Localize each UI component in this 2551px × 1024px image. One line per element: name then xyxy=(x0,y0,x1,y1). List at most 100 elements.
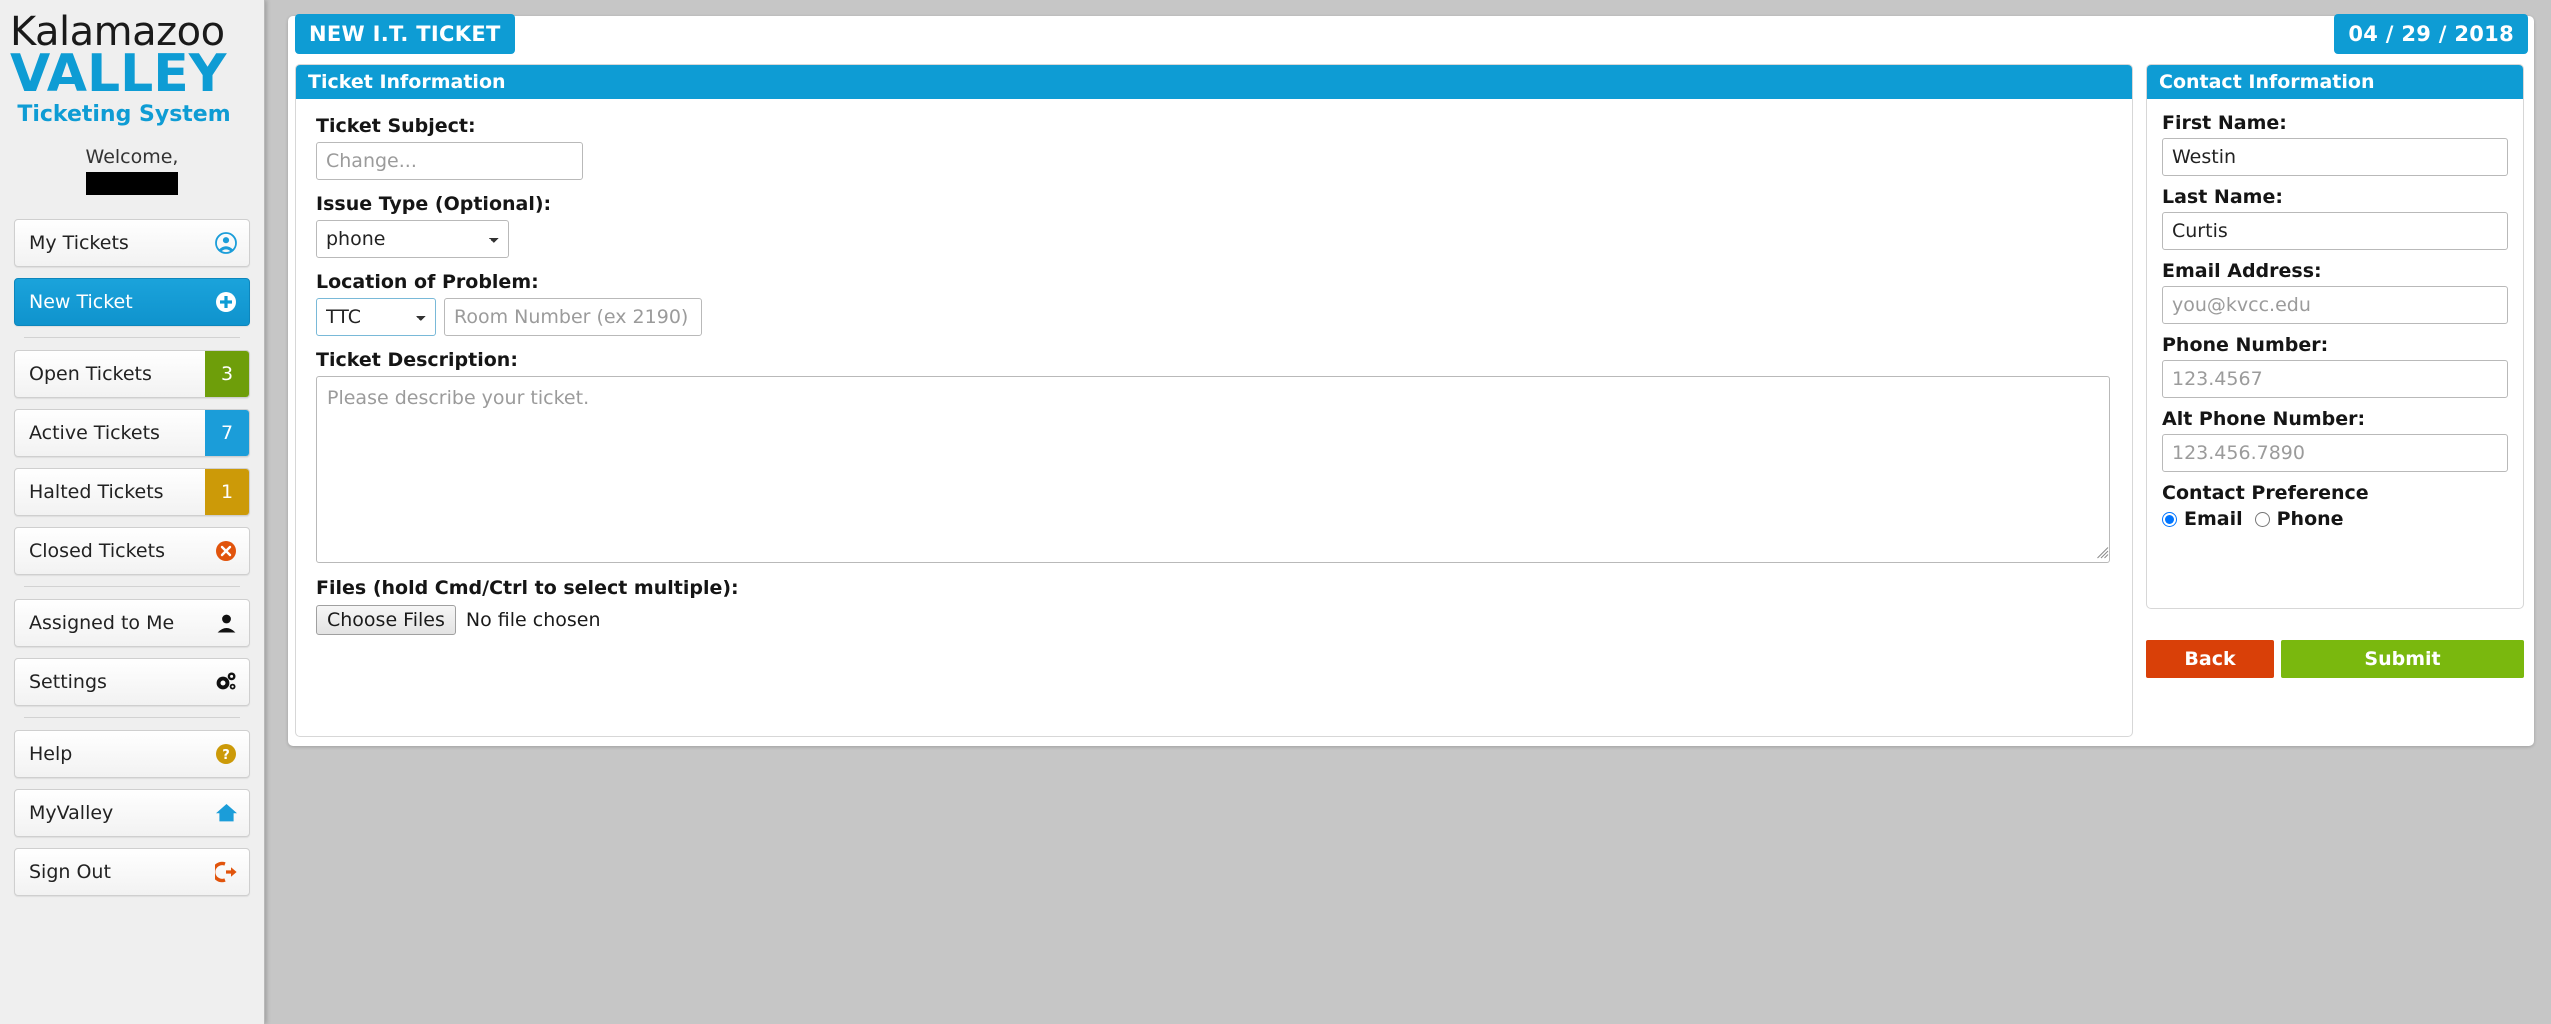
alt-phone-group: Alt Phone Number: xyxy=(2162,408,2508,472)
submit-button[interactable]: Submit xyxy=(2281,640,2524,678)
times-circle-icon xyxy=(203,540,249,562)
issue-type-select[interactable]: phone xyxy=(316,220,509,258)
sidebar-item-label: Sign Out xyxy=(29,861,111,883)
location-label: Location of Problem: xyxy=(316,271,539,293)
issue-type-group: Issue Type (Optional): phone xyxy=(316,193,2112,258)
page-card: NEW I.T. TICKET 04 / 29 / 2018 Ticket In… xyxy=(288,14,2534,746)
ticket-information-panel: Ticket Information Ticket Subject: Issue… xyxy=(295,64,2133,737)
first-name-input[interactable] xyxy=(2162,138,2508,176)
brand-line-2: VALLEY xyxy=(10,44,227,104)
user-circle-icon xyxy=(203,232,249,254)
sidebar-item-myvalley[interactable]: MyValley xyxy=(14,789,250,837)
main-content-area: NEW I.T. TICKET 04 / 29 / 2018 Ticket In… xyxy=(265,0,2551,1024)
sidebar-item-sign-out[interactable]: Sign Out xyxy=(14,848,250,896)
location-group: Location of Problem: TTC xyxy=(316,271,2112,336)
contact-preference-phone-label: Phone xyxy=(2276,508,2344,530)
ticket-description-textarea[interactable] xyxy=(316,376,2110,563)
room-number-input[interactable] xyxy=(444,298,702,336)
sidebar-divider-1 xyxy=(24,337,240,338)
ticket-subject-label: Ticket Subject: xyxy=(316,115,476,137)
contact-preference-phone-radio[interactable] xyxy=(2254,511,2270,527)
sidebar-item-closed-tickets[interactable]: Closed Tickets xyxy=(14,527,250,575)
active-tickets-badge: 7 xyxy=(205,410,249,456)
contact-panel-body: First Name: Last Name: Email Address: Ph… xyxy=(2147,99,2523,544)
ticket-subject-input[interactable] xyxy=(316,142,583,180)
email-group: Email Address: xyxy=(2162,260,2508,324)
sidebar-divider-2 xyxy=(24,586,240,587)
file-chosen-status: No file chosen xyxy=(465,609,601,631)
ticket-subject-group: Ticket Subject: xyxy=(316,115,2112,180)
phone-group: Phone Number: xyxy=(2162,334,2508,398)
home-icon xyxy=(203,802,249,824)
sidebar-item-settings[interactable]: Settings xyxy=(14,658,250,706)
sidebar-item-label: Open Tickets xyxy=(29,363,152,385)
description-wrapper xyxy=(316,376,2112,563)
sidebar-item-halted-tickets[interactable]: Halted Tickets 1 xyxy=(14,468,250,516)
last-name-input[interactable] xyxy=(2162,212,2508,250)
sidebar-item-active-tickets[interactable]: Active Tickets 7 xyxy=(14,409,250,457)
email-label: Email Address: xyxy=(2162,260,2322,282)
page-title: NEW I.T. TICKET xyxy=(295,14,515,54)
welcome-label: Welcome, xyxy=(85,146,179,168)
phone-input[interactable] xyxy=(2162,360,2508,398)
first-name-group: First Name: xyxy=(2162,112,2508,176)
issue-type-label: Issue Type (Optional): xyxy=(316,193,552,215)
user-icon xyxy=(203,613,249,634)
first-name-label: First Name: xyxy=(2162,112,2287,134)
sidebar-item-label: Active Tickets xyxy=(29,422,160,444)
sidebar-item-label: My Tickets xyxy=(29,232,129,254)
contact-information-panel: Contact Information First Name: Last Nam… xyxy=(2146,64,2524,609)
alt-phone-input[interactable] xyxy=(2162,434,2508,472)
redacted-username xyxy=(86,172,178,195)
sidebar-item-label: Assigned to Me xyxy=(29,612,175,634)
file-upload-row: Choose Files No file chosen xyxy=(316,605,2112,635)
last-name-label: Last Name: xyxy=(2162,186,2283,208)
page-date-badge: 04 / 29 / 2018 xyxy=(2334,14,2528,54)
sidebar-item-open-tickets[interactable]: Open Tickets 3 xyxy=(14,350,250,398)
sidebar-item-my-tickets[interactable]: My Tickets xyxy=(14,219,250,267)
email-input[interactable] xyxy=(2162,286,2508,324)
sidebar-divider-3 xyxy=(24,717,240,718)
sidebar-item-label: Settings xyxy=(29,671,107,693)
contact-preference-phone-option[interactable]: Phone xyxy=(2254,508,2344,530)
contact-preference-email-radio[interactable] xyxy=(2162,511,2177,527)
phone-label: Phone Number: xyxy=(2162,334,2329,356)
sidebar-item-label: Help xyxy=(29,743,73,765)
contact-preference-label: Contact Preference xyxy=(2162,482,2369,504)
plus-circle-icon xyxy=(203,291,249,313)
sidebar-item-new-ticket[interactable]: New Ticket xyxy=(14,278,250,326)
sidebar-item-assigned-to-me[interactable]: Assigned to Me xyxy=(14,599,250,647)
welcome-block: Welcome, xyxy=(0,146,264,195)
ticket-description-label: Ticket Description: xyxy=(316,349,518,371)
svg-text:?: ? xyxy=(222,748,230,763)
ticket-panel-heading: Ticket Information xyxy=(296,65,2132,99)
contact-panel-heading: Contact Information xyxy=(2147,65,2523,99)
sign-out-icon xyxy=(203,861,249,883)
sidebar: Kalamazoo VALLEY Ticketing System Welcom… xyxy=(0,0,265,1024)
choose-files-button[interactable]: Choose Files xyxy=(316,605,456,635)
last-name-group: Last Name: xyxy=(2162,186,2508,250)
sidebar-nav: My Tickets New Ticket Open Tickets 3 Act… xyxy=(0,219,264,896)
sidebar-item-label: Closed Tickets xyxy=(29,540,165,562)
alt-phone-label: Alt Phone Number: xyxy=(2162,408,2366,430)
contact-preference-email-label: Email xyxy=(2184,508,2243,530)
back-button[interactable]: Back xyxy=(2146,640,2274,678)
brand-logo: Kalamazoo VALLEY Ticketing System xyxy=(0,0,264,128)
sidebar-item-label: MyValley xyxy=(29,802,114,824)
contact-preference-email-option[interactable]: Email xyxy=(2162,508,2243,530)
sidebar-item-label: New Ticket xyxy=(29,291,133,313)
form-actions: Back Submit xyxy=(2146,640,2524,678)
sidebar-item-help[interactable]: Help ? xyxy=(14,730,250,778)
contact-preference-row: Email Phone xyxy=(2162,508,2508,530)
description-group: Ticket Description: xyxy=(316,349,2112,563)
question-circle-icon: ? xyxy=(203,743,249,765)
brand-subtitle: Ticketing System xyxy=(17,102,231,127)
halted-tickets-badge: 1 xyxy=(205,469,249,515)
gears-icon xyxy=(203,670,249,694)
sidebar-item-label: Halted Tickets xyxy=(29,481,164,503)
open-tickets-badge: 3 xyxy=(205,351,249,397)
location-building-select[interactable]: TTC xyxy=(316,298,436,336)
files-label: Files (hold Cmd/Ctrl to select multiple)… xyxy=(316,577,739,599)
location-row: TTC xyxy=(316,298,2112,336)
ticket-panel-body: Ticket Subject: Issue Type (Optional): p… xyxy=(296,99,2132,653)
